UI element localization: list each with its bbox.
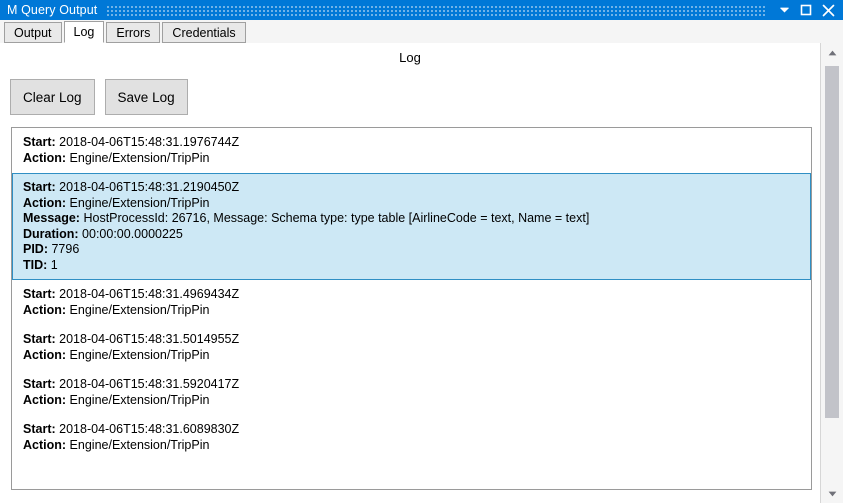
window-title: M Query Output xyxy=(7,3,98,17)
log-line-action: Action: Engine/Extension/TripPin xyxy=(23,303,802,319)
log-line-action: Action: Engine/Extension/TripPin xyxy=(23,393,802,409)
clear-log-button[interactable]: Clear Log xyxy=(10,79,95,115)
start-value: 2018-04-06T15:48:31.2190450Z xyxy=(59,180,240,194)
action-label: Action: xyxy=(23,437,67,452)
message-value: HostProcessId: 26716, Message: Schema ty… xyxy=(83,211,590,225)
window-controls xyxy=(773,0,839,20)
log-entry[interactable]: Start: 2018-04-06T15:48:31.6089830Z Acti… xyxy=(12,415,811,460)
start-label: Start: xyxy=(23,135,56,149)
start-label: Start: xyxy=(23,287,56,301)
scrollbar-track[interactable] xyxy=(821,62,843,484)
tab-strip: Output Log Errors Credentials xyxy=(0,20,843,43)
log-line-tid: TID: 1 xyxy=(23,258,802,274)
tab-log[interactable]: Log xyxy=(63,21,105,43)
log-line-message: Message: HostProcessId: 26716, Message: … xyxy=(23,211,802,227)
log-entry-list[interactable]: Start: 2018-04-06T15:48:31.1976744Z Acti… xyxy=(11,127,812,490)
log-line-start: Start: 2018-04-06T15:48:31.5014955Z xyxy=(23,332,802,348)
save-log-button[interactable]: Save Log xyxy=(104,79,188,115)
m-query-output-window: M Query Output Output Log Errors Credent… xyxy=(0,0,843,503)
start-label: Start: xyxy=(23,377,56,391)
tab-credentials[interactable]: Credentials xyxy=(162,22,246,43)
log-line-action: Action: Engine/Extension/TripPin xyxy=(23,348,802,364)
vertical-scrollbar[interactable] xyxy=(820,43,843,503)
minimize-button[interactable] xyxy=(773,0,795,20)
start-value: 2018-04-06T15:48:31.5014955Z xyxy=(59,332,240,346)
scrollbar-thumb[interactable] xyxy=(825,66,839,418)
action-label: Action: xyxy=(23,392,67,407)
action-label: Action: xyxy=(23,302,67,317)
action-label: Action: xyxy=(23,195,67,210)
tab-list: Output Log Errors Credentials xyxy=(4,21,248,43)
maximize-button[interactable] xyxy=(795,0,817,20)
start-label: Start: xyxy=(23,332,56,346)
pid-label: PID: xyxy=(23,242,48,256)
log-line-start: Start: 2018-04-06T15:48:31.5920417Z xyxy=(23,377,802,393)
scroll-down-arrow-icon[interactable] xyxy=(821,484,843,503)
start-value: 2018-04-06T15:48:31.4969434Z xyxy=(59,287,240,301)
log-entry[interactable]: Start: 2018-04-06T15:48:31.5014955Z Acti… xyxy=(12,325,811,370)
log-entry[interactable]: Start: 2018-04-06T15:48:31.1976744Z Acti… xyxy=(12,128,811,173)
log-entry-selected[interactable]: Start: 2018-04-06T15:48:31.2190450Z Acti… xyxy=(12,173,811,280)
action-label: Action: xyxy=(23,150,67,165)
tab-output[interactable]: Output xyxy=(4,22,62,43)
tid-label: TID: xyxy=(23,257,48,272)
start-value: 2018-04-06T15:48:31.1976744Z xyxy=(59,135,240,149)
message-label: Message: xyxy=(23,211,80,225)
log-entry[interactable]: Start: 2018-04-06T15:48:31.5920417Z Acti… xyxy=(12,370,811,415)
log-line-pid: PID: 7796 xyxy=(23,242,802,258)
pid-value: 7796 xyxy=(51,242,80,256)
log-line-start: Start: 2018-04-06T15:48:31.6089830Z xyxy=(23,422,802,438)
action-value: Engine/Extension/TripPin xyxy=(69,347,210,362)
log-line-action: Action: Engine/Extension/TripPin xyxy=(23,196,802,212)
action-value: Engine/Extension/TripPin xyxy=(69,392,210,407)
title-bar-grip xyxy=(107,4,767,16)
log-line-action: Action: Engine/Extension/TripPin xyxy=(23,151,802,167)
close-button[interactable] xyxy=(817,0,839,20)
start-label: Start: xyxy=(23,180,56,194)
scroll-up-arrow-icon[interactable] xyxy=(821,43,843,62)
log-line-start: Start: 2018-04-06T15:48:31.2190450Z xyxy=(23,180,802,196)
page-title: Log xyxy=(399,50,421,65)
action-label: Action: xyxy=(23,347,67,362)
duration-value: 00:00:00.0000225 xyxy=(82,226,183,241)
start-value: 2018-04-06T15:48:31.5920417Z xyxy=(59,377,240,391)
tid-value: 1 xyxy=(50,257,58,272)
duration-label: Duration: xyxy=(23,226,79,241)
start-label: Start: xyxy=(23,422,56,436)
log-line-start: Start: 2018-04-06T15:48:31.4969434Z xyxy=(23,287,802,303)
title-bar: M Query Output xyxy=(0,0,843,20)
log-toolbar: Clear Log Save Log xyxy=(10,79,198,115)
log-line-start: Start: 2018-04-06T15:48:31.1976744Z xyxy=(23,135,802,151)
log-entry[interactable]: Start: 2018-04-06T15:48:31.4969434Z Acti… xyxy=(12,280,811,325)
log-panel: Log Clear Log Save Log Start: 2018-04-06… xyxy=(0,43,820,503)
log-line-duration: Duration: 00:00:00.0000225 xyxy=(23,227,802,243)
start-value: 2018-04-06T15:48:31.6089830Z xyxy=(59,422,240,436)
action-value: Engine/Extension/TripPin xyxy=(69,195,210,210)
action-value: Engine/Extension/TripPin xyxy=(69,150,210,165)
action-value: Engine/Extension/TripPin xyxy=(69,437,210,452)
tab-errors[interactable]: Errors xyxy=(106,22,161,43)
action-value: Engine/Extension/TripPin xyxy=(69,302,210,317)
log-line-action: Action: Engine/Extension/TripPin xyxy=(23,438,802,454)
